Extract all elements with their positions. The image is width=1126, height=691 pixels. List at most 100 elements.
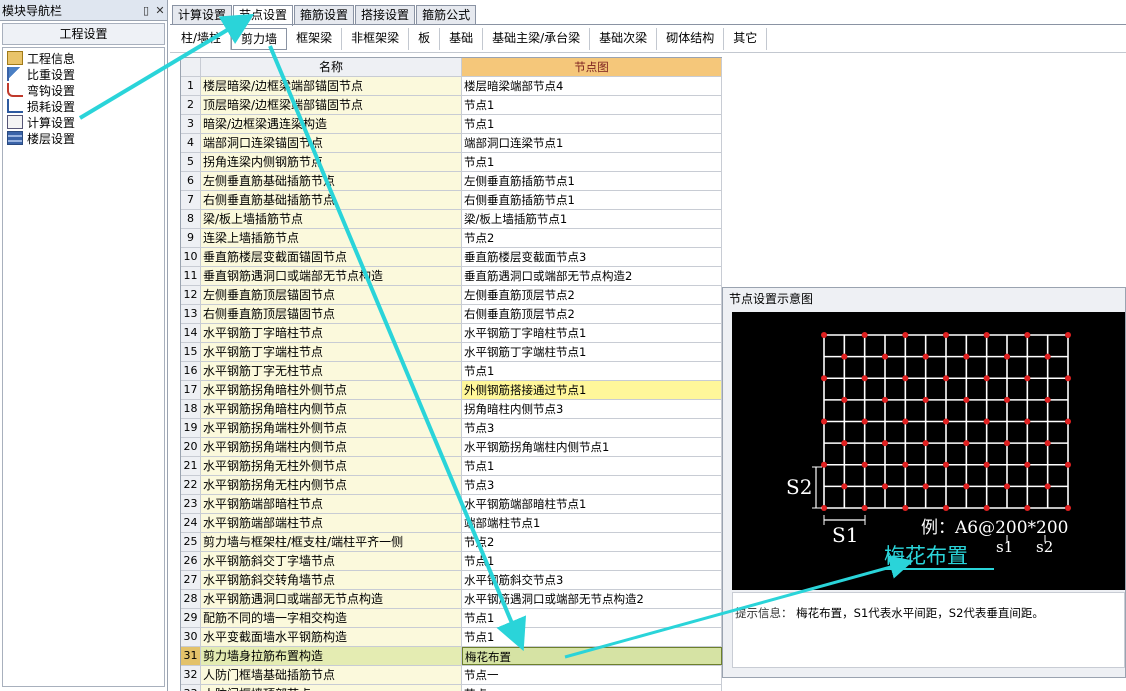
table-row[interactable]: 10 垂直筋楼层变截面锚固节点 垂直筋楼层变截面节点3 [181, 248, 722, 267]
row-node-cell[interactable]: 端部端柱节点1 [462, 514, 722, 532]
close-icon[interactable]: ✕ [153, 4, 167, 17]
row-node-cell[interactable]: 拐角暗柱内侧节点3 [462, 400, 722, 418]
row-node-cell[interactable]: 外侧钢筋搭接通过节点1 [462, 381, 722, 399]
row-node-cell[interactable]: 左侧垂直筋插筋节点1 [462, 172, 722, 190]
nav-item-2[interactable]: 比重设置 [3, 66, 164, 82]
tie-bar-dot [983, 332, 990, 338]
table-row[interactable]: 16 水平钢筋丁字无柱节点 节点1 [181, 362, 722, 381]
table-row[interactable]: 22 水平钢筋拐角无柱内侧节点 节点3 [181, 476, 722, 495]
table-row[interactable]: 8 梁/板上墙插筋节点 梁/板上墙插筋节点1 [181, 210, 722, 229]
row-node-cell[interactable]: 节点2 [462, 533, 722, 551]
tab-5[interactable]: 箍筋公式 [416, 5, 477, 25]
row-name-cell: 水平变截面墙水平钢筋构造 [201, 628, 462, 646]
table-row[interactable]: 4 端部洞口连梁锚固节点 端部洞口连梁节点1 [181, 134, 722, 153]
row-node-cell[interactable]: 水平钢筋丁字暗柱节点1 [462, 324, 722, 342]
row-node-cell[interactable]: 水平钢筋端部暗柱节点1 [462, 495, 722, 513]
row-node-cell[interactable]: 节点一 [462, 666, 722, 684]
row-name-cell: 暗梁/边框梁遇连梁构造 [201, 115, 462, 133]
subtab-4[interactable]: 非框架梁 [342, 28, 410, 50]
row-node-cell[interactable]: 水平钢筋丁字端柱节点1 [462, 343, 722, 361]
table-row[interactable]: 5 拐角连梁内侧钢筋节点 节点1 [181, 153, 722, 172]
nav-item-3[interactable]: 弯钩设置 [3, 82, 164, 98]
row-node-cell[interactable]: 垂直筋遇洞口或端部无节点构造2 [462, 267, 722, 285]
nav-section-project-settings[interactable]: 工程设置 [2, 23, 165, 45]
tie-bar-dot [983, 418, 990, 425]
table-row[interactable]: 7 右侧垂直筋基础插筋节点 右侧垂直筋插筋节点1 [181, 191, 722, 210]
table-row[interactable]: 3 暗梁/边框梁遇连梁构造 节点1 [181, 115, 722, 134]
row-name-cell: 右侧垂直筋顶层锚固节点 [201, 305, 462, 323]
nav-item-5[interactable]: 计算设置 [3, 114, 164, 130]
row-node-cell[interactable]: 梅花布置 [462, 647, 722, 665]
subtab-8[interactable]: 基础次梁 [590, 28, 658, 50]
tab-4[interactable]: 搭接设置 [355, 5, 416, 25]
table-row[interactable]: 31 剪力墙身拉筋布置构造 梅花布置 [181, 647, 722, 666]
table-row[interactable]: 26 水平钢筋斜交丁字墙节点 节点1 [181, 552, 722, 571]
row-node-cell[interactable]: 梁/板上墙插筋节点1 [462, 210, 722, 228]
table-row[interactable]: 33人防门框墙顶部节点节点一 [181, 685, 722, 691]
table-row[interactable]: 14 水平钢筋丁字暗柱节点 水平钢筋丁字暗柱节点1 [181, 324, 722, 343]
row-node-cell[interactable]: 左侧垂直筋顶层节点2 [462, 286, 722, 304]
table-row[interactable]: 32 人防门框墙基础插筋节点 节点一 [181, 666, 722, 685]
nav-item-1[interactable]: 工程信息 [3, 50, 164, 66]
row-node-cell[interactable]: 节点3 [462, 419, 722, 437]
table-row[interactable]: 11 垂直钢筋遇洞口或端部无节点构造 垂直筋遇洞口或端部无节点构造2 [181, 267, 722, 286]
subtab-1[interactable]: 柱/墙柱 [172, 28, 232, 50]
table-row[interactable]: 17 水平钢筋拐角暗柱外侧节点 外侧钢筋搭接通过节点1 [181, 381, 722, 400]
row-node-cell[interactable]: 端部洞口连梁节点1 [462, 134, 722, 152]
table-row[interactable]: 18 水平钢筋拐角暗柱内侧节点 拐角暗柱内侧节点3 [181, 400, 722, 419]
subtab-3[interactable]: 框架梁 [287, 28, 343, 50]
row-node-cell[interactable]: 垂直筋楼层变截面节点3 [462, 248, 722, 266]
row-node-cell[interactable]: 节点1 [462, 552, 722, 570]
row-node-cell[interactable]: 节点一 [462, 685, 722, 691]
row-index: 3 [181, 115, 201, 133]
table-row[interactable]: 23 水平钢筋端部暗柱节点 水平钢筋端部暗柱节点1 [181, 495, 722, 514]
table-row[interactable]: 28 水平钢筋遇洞口或端部无节点构造 水平钢筋遇洞口或端部无节点构造2 [181, 590, 722, 609]
table-row[interactable]: 12 左侧垂直筋顶层锚固节点 左侧垂直筋顶层节点2 [181, 286, 722, 305]
row-node-cell[interactable]: 节点1 [462, 609, 722, 627]
row-node-cell[interactable]: 节点1 [462, 96, 722, 114]
table-row[interactable]: 30 水平变截面墙水平钢筋构造 节点1 [181, 628, 722, 647]
row-node-cell[interactable]: 右侧垂直筋插筋节点1 [462, 191, 722, 209]
nav-item-4[interactable]: 损耗设置 [3, 98, 164, 114]
table-row[interactable]: 29 配筋不同的墙一字相交构造 节点1 [181, 609, 722, 628]
row-node-cell[interactable]: 节点1 [462, 362, 722, 380]
floor-icon [7, 131, 23, 145]
table-row[interactable]: 20 水平钢筋拐角端柱内侧节点 水平钢筋拐角端柱内侧节点1 [181, 438, 722, 457]
subtab-7[interactable]: 基础主梁/承台梁 [483, 28, 591, 50]
table-row[interactable]: 24 水平钢筋端部端柱节点 端部端柱节点1 [181, 514, 722, 533]
table-row[interactable]: 13 右侧垂直筋顶层锚固节点 右侧垂直筋顶层节点2 [181, 305, 722, 324]
table-row[interactable]: 21 水平钢筋拐角无柱外侧节点 节点1 [181, 457, 722, 476]
subtab-2[interactable]: 剪力墙 [231, 28, 288, 50]
table-row[interactable]: 9 连梁上墙插筋节点 节点2 [181, 229, 722, 248]
table-row[interactable]: 6 左侧垂直筋基础插筋节点 左侧垂直筋插筋节点1 [181, 172, 722, 191]
table-row[interactable]: 27 水平钢筋斜交转角墙节点 水平钢筋斜交节点3 [181, 571, 722, 590]
tab-1[interactable]: 计算设置 [172, 5, 233, 25]
table-row[interactable]: 15 水平钢筋丁字端柱节点 水平钢筋丁字端柱节点1 [181, 343, 722, 362]
table-row[interactable]: 25 剪力墙与框架柱/框支柱/端柱平齐一侧 节点2 [181, 533, 722, 552]
subtab-5[interactable]: 板 [409, 28, 441, 50]
nav-item-6[interactable]: 楼层设置 [3, 130, 164, 146]
row-node-cell[interactable]: 节点1 [462, 457, 722, 475]
table-row[interactable]: 1 楼层暗梁/边框梁端部锚固节点 楼层暗梁端部节点4 [181, 77, 722, 96]
subtab-9[interactable]: 砌体结构 [657, 28, 725, 50]
row-node-cell[interactable]: 水平钢筋拐角端柱内侧节点1 [462, 438, 722, 456]
row-node-cell[interactable]: 楼层暗梁端部节点4 [462, 77, 722, 95]
tie-bar-dot [943, 375, 949, 382]
subtab-6[interactable]: 基础 [440, 28, 484, 50]
table-row[interactable]: 19 水平钢筋拐角端柱外侧节点 节点3 [181, 419, 722, 438]
row-node-cell[interactable]: 节点2 [462, 229, 722, 247]
row-node-cell[interactable]: 节点1 [462, 115, 722, 133]
row-node-cell[interactable]: 节点1 [462, 153, 722, 171]
subtab-10[interactable]: 其它 [724, 28, 768, 50]
row-index: 20 [181, 438, 201, 456]
row-node-cell[interactable]: 节点1 [462, 628, 722, 646]
pin-icon[interactable]: ▯ [139, 4, 153, 17]
row-node-cell[interactable]: 右侧垂直筋顶层节点2 [462, 305, 722, 323]
row-node-cell[interactable]: 水平钢筋遇洞口或端部无节点构造2 [462, 590, 722, 608]
table-row[interactable]: 2 顶层暗梁/边框梁端部锚固节点 节点1 [181, 96, 722, 115]
tab-2[interactable]: 节点设置 [233, 5, 294, 26]
tie-bar-dot [821, 332, 827, 338]
row-node-cell[interactable]: 水平钢筋斜交节点3 [462, 571, 722, 589]
tab-3[interactable]: 箍筋设置 [294, 5, 355, 25]
row-node-cell[interactable]: 节点3 [462, 476, 722, 494]
